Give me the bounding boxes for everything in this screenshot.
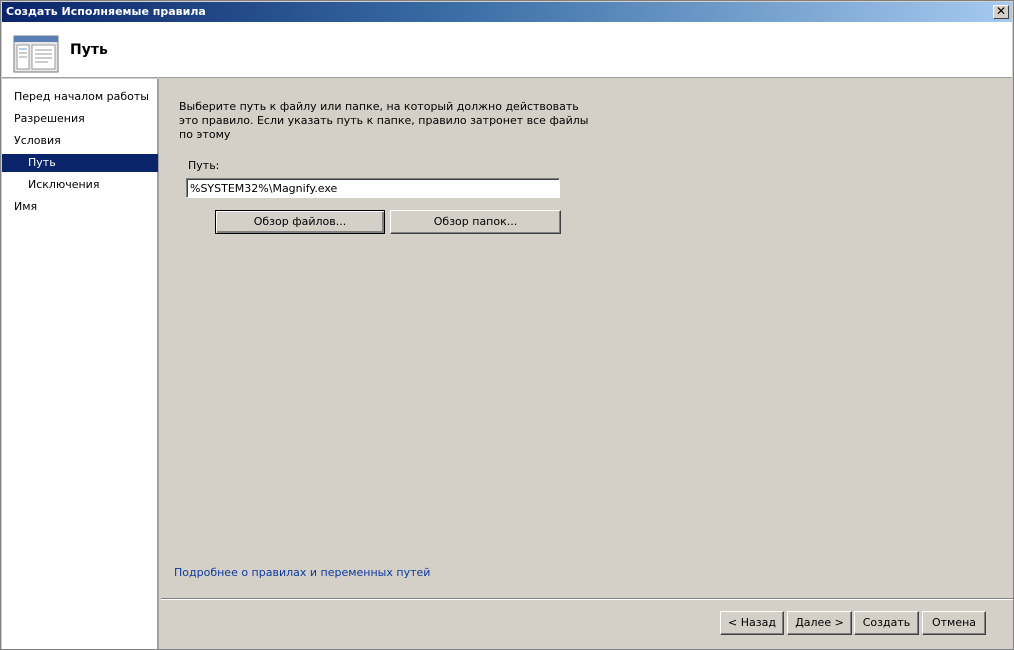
path-input[interactable] bbox=[186, 178, 560, 198]
step-exceptions[interactable]: Исключения bbox=[2, 176, 158, 194]
footer-separator bbox=[161, 598, 1013, 600]
next-button[interactable]: Далее > bbox=[787, 611, 852, 635]
window-title: Создать Исполняемые правила bbox=[6, 5, 206, 18]
step-label: Условия bbox=[14, 134, 61, 147]
wizard-window: Создать Исполняемые правила ✕ Путь Перед… bbox=[0, 0, 1014, 650]
cancel-button[interactable]: Отмена bbox=[922, 611, 986, 635]
step-label: Имя bbox=[14, 200, 38, 213]
help-link[interactable]: Подробнее о правилах и переменных путей bbox=[174, 566, 430, 579]
wizard-content: Выберите путь к файлу или папке, на кото… bbox=[161, 79, 1013, 649]
close-icon: ✕ bbox=[995, 4, 1007, 18]
wizard-steps-sidebar: Перед началом работы Разрешения Условия … bbox=[2, 79, 159, 649]
instruction-text: Выберите путь к файлу или папке, на кото… bbox=[179, 100, 589, 141]
create-button[interactable]: Создать bbox=[854, 611, 919, 635]
page-title: Путь bbox=[70, 42, 108, 58]
step-before-you-begin[interactable]: Перед началом работы bbox=[2, 88, 158, 106]
step-permissions[interactable]: Разрешения bbox=[2, 110, 158, 128]
back-button[interactable]: < Назад bbox=[720, 611, 784, 635]
title-bar[interactable]: Создать Исполняемые правила ✕ bbox=[2, 2, 1012, 22]
path-label: Путь: bbox=[188, 159, 220, 172]
browse-folders-button[interactable]: Обзор папок... bbox=[390, 210, 561, 234]
close-button[interactable]: ✕ bbox=[993, 5, 1009, 19]
step-label: Перед началом работы bbox=[14, 90, 149, 103]
wizard-page-icon bbox=[13, 35, 59, 73]
step-path[interactable]: Путь bbox=[2, 154, 158, 172]
step-name[interactable]: Имя bbox=[2, 198, 158, 216]
wizard-header: Путь bbox=[2, 22, 1012, 78]
step-conditions[interactable]: Условия bbox=[2, 132, 158, 150]
step-label: Исключения bbox=[28, 178, 100, 191]
step-label: Путь bbox=[28, 156, 56, 169]
step-label: Разрешения bbox=[14, 112, 85, 125]
browse-files-button[interactable]: Обзор файлов... bbox=[215, 210, 385, 234]
